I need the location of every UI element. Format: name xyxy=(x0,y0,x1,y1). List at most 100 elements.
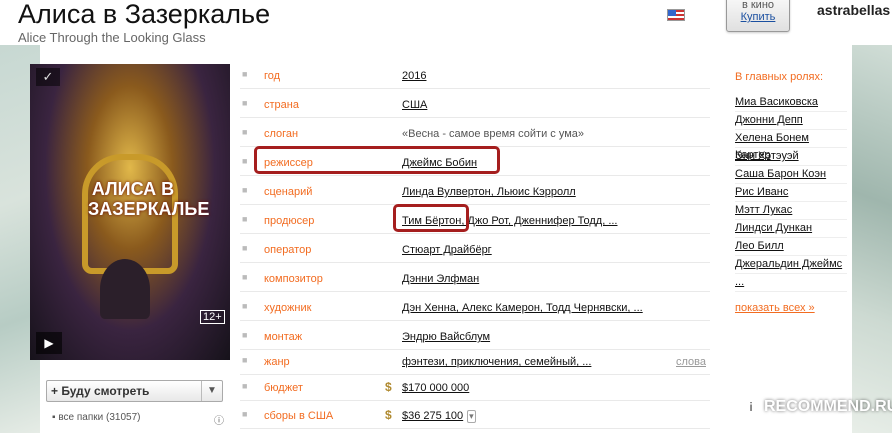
us-flag-icon xyxy=(667,9,685,21)
info-label: сборы в США xyxy=(264,410,334,422)
info-value-link[interactable]: Эндрю Вайсблум xyxy=(402,331,490,343)
background-art-right xyxy=(852,45,892,433)
info-value-link[interactable]: $170 000 000 xyxy=(402,382,469,394)
folders-link[interactable]: ▪ все папки (31057) ⓘ xyxy=(52,412,224,427)
recommend-logo-icon: i xyxy=(742,398,760,416)
cast-item: Линдси Дункан xyxy=(735,220,847,238)
actor-link[interactable]: Линдси Дункан xyxy=(735,222,812,234)
info-label: художник xyxy=(264,302,312,314)
info-row: ■ оператор Стюарт Драйбёрг xyxy=(240,238,710,263)
movie-poster[interactable]: ✓ АЛИСА В ЗАЗЕРКАЛЬЕ 12+ ▶ xyxy=(30,64,230,360)
info-value-link[interactable]: $36 275 100 xyxy=(402,410,463,422)
cast-item: Энн Хэтэуэй xyxy=(735,148,847,166)
original-title: Alice Through the Looking Glass xyxy=(18,30,206,45)
info-value[interactable]: США xyxy=(402,99,427,111)
watchlist-dropdown[interactable]: + Буду смотреть ▼ xyxy=(46,380,223,402)
cast-item: Джеральдин Джеймс xyxy=(735,256,847,274)
more-words-link[interactable]: слова xyxy=(676,356,706,368)
bullet-icon: ■ xyxy=(242,98,248,108)
info-value[interactable]: Эндрю Вайсблум xyxy=(402,331,490,343)
actor-link[interactable]: Миа Васиковска xyxy=(735,96,818,108)
info-row: ■ страна США xyxy=(240,93,710,118)
info-value-link[interactable]: Дэн Хенна, Алекс Камерон, Тодд Чернявски… xyxy=(402,302,643,314)
bullet-icon: ■ xyxy=(242,381,248,391)
info-row: ■ слоган «Весна - самое время сойти с ума» xyxy=(240,122,710,147)
info-row: ■ год 2016 xyxy=(240,64,710,89)
info-value-link[interactable]: фэнтези, приключения, семейный, ... xyxy=(402,356,591,368)
bullet-icon: ■ xyxy=(242,355,248,365)
info-value-link[interactable]: 2016 xyxy=(402,70,426,82)
info-icon[interactable]: ⓘ xyxy=(214,412,224,427)
watchlist-label: + Буду смотреть xyxy=(51,384,150,398)
info-value-link[interactable]: Линда Вулвертон, Льюис Кэрролл xyxy=(402,186,576,198)
bullet-icon: ■ xyxy=(242,214,248,224)
folders-label: все папки (31057) xyxy=(58,412,141,423)
watermark: i RECOMMEND.RU xyxy=(742,398,892,416)
movie-title: Алиса в Зазеркалье xyxy=(18,0,271,29)
info-row: ■ сценарий Линда Вулвертон, Льюис Кэрролл xyxy=(240,180,710,205)
info-label: год xyxy=(264,70,281,82)
cast-item: ... xyxy=(735,274,847,292)
info-label: композитор xyxy=(264,273,323,285)
chevron-down-icon[interactable]: ▾ xyxy=(467,410,476,423)
cast-item: Мэтт Лукас xyxy=(735,202,847,220)
cast-item: Миа Васиковска xyxy=(735,94,847,112)
coin-icon: $ xyxy=(385,380,392,394)
actor-link[interactable]: ... xyxy=(735,276,744,288)
info-label: оператор xyxy=(264,244,312,256)
info-value[interactable]: 2016 xyxy=(402,70,426,82)
info-value[interactable]: Стюарт Драйбёрг xyxy=(402,244,492,256)
info-value[interactable]: Дэн Хенна, Алекс Камерон, Тодд Чернявски… xyxy=(402,302,643,314)
watermark-text: RECOMMEND.RU xyxy=(764,398,892,415)
info-value-link[interactable]: Стюарт Драйбёрг xyxy=(402,244,492,256)
play-trailer-icon[interactable]: ▶ xyxy=(36,332,62,354)
info-value[interactable]: Линда Вулвертон, Льюис Кэрролл xyxy=(402,186,576,198)
info-label: слоган xyxy=(264,128,299,140)
chevron-down-icon[interactable]: ▼ xyxy=(201,381,222,401)
bullet-icon: ■ xyxy=(242,243,248,253)
info-label: страна xyxy=(264,99,299,111)
poster-title: АЛИСА В ЗАЗЕРКАЛЬЕ xyxy=(88,179,210,219)
info-value-link[interactable]: США xyxy=(402,99,427,111)
actor-link[interactable]: Саша Барон Коэн xyxy=(735,168,826,180)
age-rating-badge: 12+ xyxy=(200,310,225,324)
info-label: монтаж xyxy=(264,331,303,343)
cast-list: Миа Васиковска Джонни Депп Хелена Бонем Ка… xyxy=(735,94,847,292)
bullet-icon: ■ xyxy=(242,185,248,195)
bullet-icon: ■ xyxy=(242,272,248,282)
info-row: ■ монтаж Эндрю Вайсблум xyxy=(240,325,710,350)
info-label: продюсер xyxy=(264,215,315,227)
bullet-icon: ■ xyxy=(242,156,248,166)
check-icon[interactable]: ✓ xyxy=(36,68,60,86)
actor-link[interactable]: Рис Иванс xyxy=(735,186,788,198)
bullet-icon: ■ xyxy=(242,409,248,419)
info-value[interactable]: Дэнни Элфман xyxy=(402,273,479,285)
info-value[interactable]: фэнтези, приключения, семейный, ... xyxy=(402,356,591,368)
cast-item: Лео Билл xyxy=(735,238,847,256)
info-row: ■ бюджет $ $170 000 000 xyxy=(240,376,710,401)
actor-link[interactable]: Мэтт Лукас xyxy=(735,204,792,216)
buy-ticket-box[interactable]: в кино Купить xyxy=(726,0,790,32)
info-row: ■ продюсер Тим Бёртон, Джо Рот, Дженнифер … xyxy=(240,209,710,234)
info-value-link[interactable]: Дэнни Элфман xyxy=(402,273,479,285)
director-highlight xyxy=(254,146,500,174)
username[interactable]: astrabellas xyxy=(817,2,890,18)
info-value[interactable]: $36 275 100 ▾ xyxy=(402,410,476,423)
show-all-cast-link[interactable]: показать всех » xyxy=(735,302,815,314)
actor-link[interactable]: Джонни Депп xyxy=(735,114,803,126)
hatter-figure-art xyxy=(100,259,150,319)
cast-item: Саша Барон Коэн xyxy=(735,166,847,184)
in-cinema-label: в кино xyxy=(741,0,775,11)
cast-item: Рис Иванс xyxy=(735,184,847,202)
producer-highlight xyxy=(393,204,469,232)
actor-link[interactable]: Энн Хэтэуэй xyxy=(735,150,799,162)
bullet-icon: ■ xyxy=(242,127,248,137)
info-value[interactable]: $170 000 000 xyxy=(402,382,469,394)
info-value: «Весна - самое время сойти с ума» xyxy=(402,128,585,140)
actor-link[interactable]: Джеральдин Джеймс xyxy=(735,258,842,270)
bullet-icon: ■ xyxy=(242,330,248,340)
info-row: ■ художник Дэн Хенна, Алекс Камерон, Тодд … xyxy=(240,296,710,321)
info-row: ■ жанр фэнтези, приключения, семейный, ...… xyxy=(240,350,710,375)
actor-link[interactable]: Лео Билл xyxy=(735,240,784,252)
buy-link[interactable]: Купить xyxy=(727,11,789,23)
